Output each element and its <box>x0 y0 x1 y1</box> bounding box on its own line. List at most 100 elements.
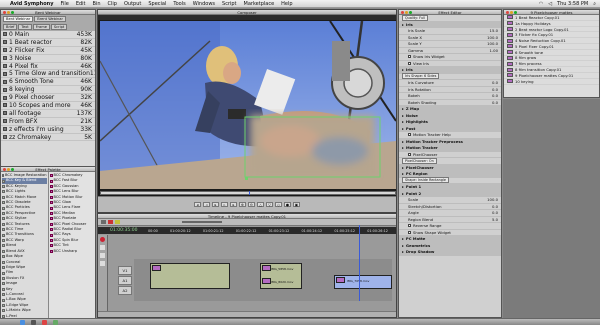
disclosure-triangle-icon[interactable]: ▸ <box>402 106 404 111</box>
audio-icon[interactable] <box>100 253 105 258</box>
playhead[interactable] <box>359 225 360 301</box>
view-text-button[interactable]: Text <box>18 24 32 30</box>
timeline-mode-icon[interactable] <box>101 220 106 224</box>
splice-button[interactable]: ⊕ <box>239 202 246 207</box>
bin-row[interactable]: 2 Flicker Fix 45K <box>1 47 95 55</box>
effect-item[interactable]: BCC Unsharp <box>49 249 95 254</box>
minimize-icon[interactable] <box>405 11 408 14</box>
disclosure-triangle-icon[interactable]: ▸ <box>402 22 404 27</box>
bin-row[interactable]: 10 Scopes and more 46K <box>1 102 95 110</box>
render-button[interactable]: ● <box>284 202 291 207</box>
menu-edit[interactable]: Edit <box>76 1 86 7</box>
menu-marketplace[interactable]: Marketplace <box>244 1 275 7</box>
trim-icon[interactable] <box>100 261 105 266</box>
effect-editor-titlebar[interactable]: Effect Editor <box>399 10 501 15</box>
checkbox[interactable] <box>408 152 411 156</box>
effect-mode-button[interactable]: ◇ <box>275 202 282 207</box>
parameter-value[interactable]: 100.0 <box>487 41 501 46</box>
effect-icon-c[interactable] <box>262 278 271 284</box>
close-icon[interactable] <box>506 11 509 14</box>
step-forward-button[interactable]: ▹ <box>221 202 228 207</box>
bin-row[interactable]: From BFX 21K <box>1 118 95 126</box>
camera-icon[interactable]: ▣ <box>293 202 300 207</box>
bin-row[interactable]: 6 Smooth Tone 46K <box>1 78 95 87</box>
overwrite-button[interactable]: ⊖ <box>248 202 255 207</box>
zoom-icon[interactable] <box>409 11 412 14</box>
parameter-value[interactable]: 0.0 <box>492 87 501 92</box>
checkbox[interactable] <box>408 61 411 65</box>
disclosure-triangle-icon[interactable]: ▸ <box>402 243 404 248</box>
bin-row[interactable]: 1 Beat reactor 82K <box>1 39 95 47</box>
parameter-dropdown[interactable]: Iris Shape: 6 Sides <box>402 73 440 80</box>
parameter-value[interactable]: 1.00 <box>490 48 501 53</box>
mark-out-button[interactable]: ▸ <box>230 202 237 207</box>
zoom-icon[interactable] <box>11 11 14 14</box>
bin-row[interactable]: 0 Main 453K <box>1 31 95 39</box>
effect-palette-titlebar[interactable]: Effect Palette <box>1 167 95 172</box>
lift-button[interactable]: △ <box>257 202 264 207</box>
menu-special[interactable]: Special <box>148 1 166 7</box>
disclosure-triangle-icon[interactable]: ▸ <box>402 191 404 196</box>
bin-row[interactable]: 3 Noise 80K <box>1 55 95 63</box>
clip-v1-a[interactable] <box>150 263 230 289</box>
disclosure-triangle-icon[interactable]: ▸ <box>402 249 404 254</box>
record-icon[interactable] <box>100 237 105 242</box>
effect-parameter-row[interactable]: ▸ Drop Shadow <box>399 249 501 256</box>
bin-row[interactable]: 5 Time Glow and transition113K <box>1 70 95 79</box>
disclosure-triangle-icon[interactable]: ▸ <box>402 184 404 189</box>
checkbox[interactable] <box>408 55 411 59</box>
parameter-dropdown[interactable]: PixelChooser: On <box>402 157 437 164</box>
bin-row[interactable]: z effects I'm using 33K <box>1 126 95 134</box>
app-icon[interactable] <box>53 319 58 325</box>
minimize-icon[interactable] <box>510 11 513 14</box>
menu-script[interactable]: Script <box>222 1 237 7</box>
timeline-zoom-slider[interactable] <box>182 221 222 223</box>
checkbox[interactable] <box>408 230 411 234</box>
menu-tools[interactable]: Tools <box>173 1 185 7</box>
disclosure-triangle-icon[interactable]: ▸ <box>402 171 404 176</box>
sequence-row[interactable]: 10 keying <box>504 79 599 85</box>
view-script-button[interactable]: Script <box>50 24 68 30</box>
timeline-segment-icon[interactable] <box>108 220 113 224</box>
track-area[interactable]: IMG_5858.mov IMG_8020.mov IMG_7058.mov <box>134 225 392 301</box>
parameter-value[interactable]: 0.0 <box>492 100 501 105</box>
tab-bent-webinar[interactable]: Bent Webinar <box>3 16 34 22</box>
spotlight-search-icon[interactable]: ⌕ <box>593 1 596 7</box>
app-icon[interactable] <box>42 319 47 325</box>
menu-windows[interactable]: Windows <box>193 1 215 7</box>
menu-file[interactable]: File <box>60 1 68 7</box>
volume-icon[interactable]: ◁ <box>548 1 552 7</box>
track-a2[interactable]: A2 <box>118 286 132 295</box>
bin-row[interactable]: 4 Pixel fix 46K <box>1 63 95 71</box>
clock[interactable]: Thu 3:58 PM <box>557 1 588 7</box>
disclosure-triangle-icon[interactable]: ▸ <box>402 126 404 131</box>
bin-row[interactable]: 9 Pixel chooser 32K <box>1 94 95 103</box>
close-icon[interactable] <box>3 11 6 14</box>
video-frame[interactable] <box>100 21 396 189</box>
bin-row[interactable]: all footage 137K <box>1 110 95 118</box>
track-v1[interactable]: V1 <box>118 266 132 275</box>
play-button[interactable]: ▸ <box>212 202 219 207</box>
parameter-value[interactable]: 5.0 <box>492 217 501 222</box>
checkbox[interactable] <box>408 224 411 228</box>
position-indicator[interactable] <box>249 191 250 195</box>
menu-clip[interactable]: Clip <box>108 1 117 7</box>
parameter-dropdown[interactable]: Quality: Full <box>402 15 428 21</box>
timeline-lift-icon[interactable] <box>115 220 120 224</box>
view-frame-button[interactable]: Frame <box>32 24 50 30</box>
parameter-value[interactable]: 15.0 <box>490 28 501 33</box>
disclosure-triangle-icon[interactable]: ▸ <box>402 113 404 118</box>
close-icon[interactable] <box>401 11 404 14</box>
bin-row[interactable]: zz Chromakey 5K <box>1 134 95 142</box>
effect-icon-b[interactable] <box>262 265 271 271</box>
parameter-value[interactable]: 100.0 <box>487 197 501 202</box>
zoom-icon[interactable] <box>11 168 14 171</box>
effect-icon-d[interactable] <box>336 277 345 283</box>
effect-icon-a[interactable] <box>152 265 161 271</box>
menu-help[interactable]: Help <box>281 1 292 7</box>
disclosure-triangle-icon[interactable]: ▸ <box>402 119 404 124</box>
wifi-icon[interactable]: ◠ <box>539 1 543 7</box>
view-brief-button[interactable]: Brief <box>3 24 18 30</box>
extract-button[interactable]: ▽ <box>266 202 273 207</box>
app-menu[interactable]: Avid Symphony <box>10 1 53 7</box>
